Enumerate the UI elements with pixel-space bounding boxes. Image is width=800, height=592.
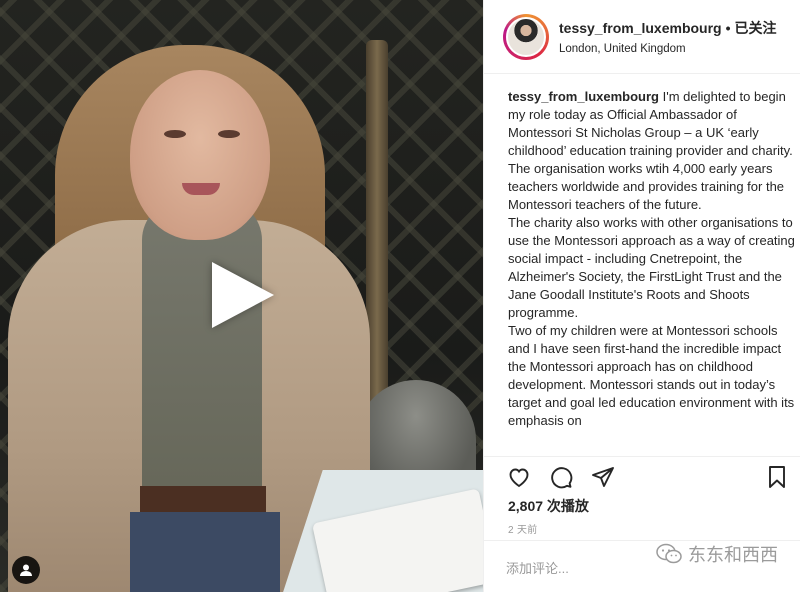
- person-jeans: [130, 512, 280, 592]
- caption-paragraph: The charity also works with other organi…: [508, 215, 795, 320]
- post-info-panel: tessy_from_luxembourg • 已关注 London, Unit…: [483, 0, 800, 592]
- wechat-icon: [656, 543, 682, 565]
- person-eye-right: [218, 130, 240, 138]
- view-count[interactable]: 2,807 次播放: [508, 496, 589, 516]
- comment-input[interactable]: [506, 561, 656, 576]
- header-row: tessy_from_luxembourg • 已关注: [559, 18, 777, 38]
- person-turtleneck: [142, 200, 262, 500]
- caption-scroll-area[interactable]: tessy_from_luxembourg I'm delighted to b…: [508, 88, 798, 454]
- action-bar: [504, 459, 792, 495]
- comment-icon: [551, 467, 573, 489]
- watermark-text: 东东和西西: [688, 545, 778, 565]
- comment-bar: 东东和西西: [484, 540, 800, 592]
- header-text: tessy_from_luxembourg • 已关注 London, Unit…: [559, 18, 777, 55]
- person-eye-left: [164, 130, 186, 138]
- following-button[interactable]: 已关注: [735, 18, 777, 38]
- person-belt: [140, 486, 266, 512]
- video-player[interactable]: [0, 0, 483, 592]
- username-link[interactable]: tessy_from_luxembourg: [559, 20, 722, 36]
- like-button[interactable]: [504, 462, 534, 492]
- caption-paragraph: Two of my children were at Montessori sc…: [508, 323, 795, 428]
- caption-text: I'm delighted to begin my role today as …: [508, 89, 793, 212]
- person-mouth: [182, 183, 220, 195]
- profile-avatar[interactable]: [503, 13, 549, 60]
- save-button[interactable]: [762, 462, 792, 492]
- bookmark-icon: [769, 466, 785, 488]
- heart-icon: [509, 468, 529, 488]
- separator-dot: •: [725, 20, 731, 36]
- watermark: 东东和西西: [656, 541, 778, 567]
- divider: [484, 456, 800, 457]
- share-button[interactable]: [588, 462, 618, 492]
- comment-button[interactable]: [546, 462, 576, 492]
- user-tag-icon[interactable]: [12, 556, 40, 584]
- caption: tessy_from_luxembourg I'm delighted to b…: [508, 88, 798, 430]
- location-link[interactable]: London, United Kingdom: [559, 43, 777, 55]
- caption-paragraph: tessy_from_luxembourg I'm delighted to b…: [508, 88, 798, 214]
- post-header: tessy_from_luxembourg • 已关注 London, Unit…: [484, 0, 800, 74]
- person-face: [130, 70, 270, 240]
- avatar-image: [506, 16, 546, 57]
- post-timestamp[interactable]: 2 天前: [508, 521, 538, 536]
- share-icon: [592, 467, 614, 487]
- caption-username-link[interactable]: tessy_from_luxembourg: [508, 89, 659, 104]
- play-icon[interactable]: [212, 262, 274, 328]
